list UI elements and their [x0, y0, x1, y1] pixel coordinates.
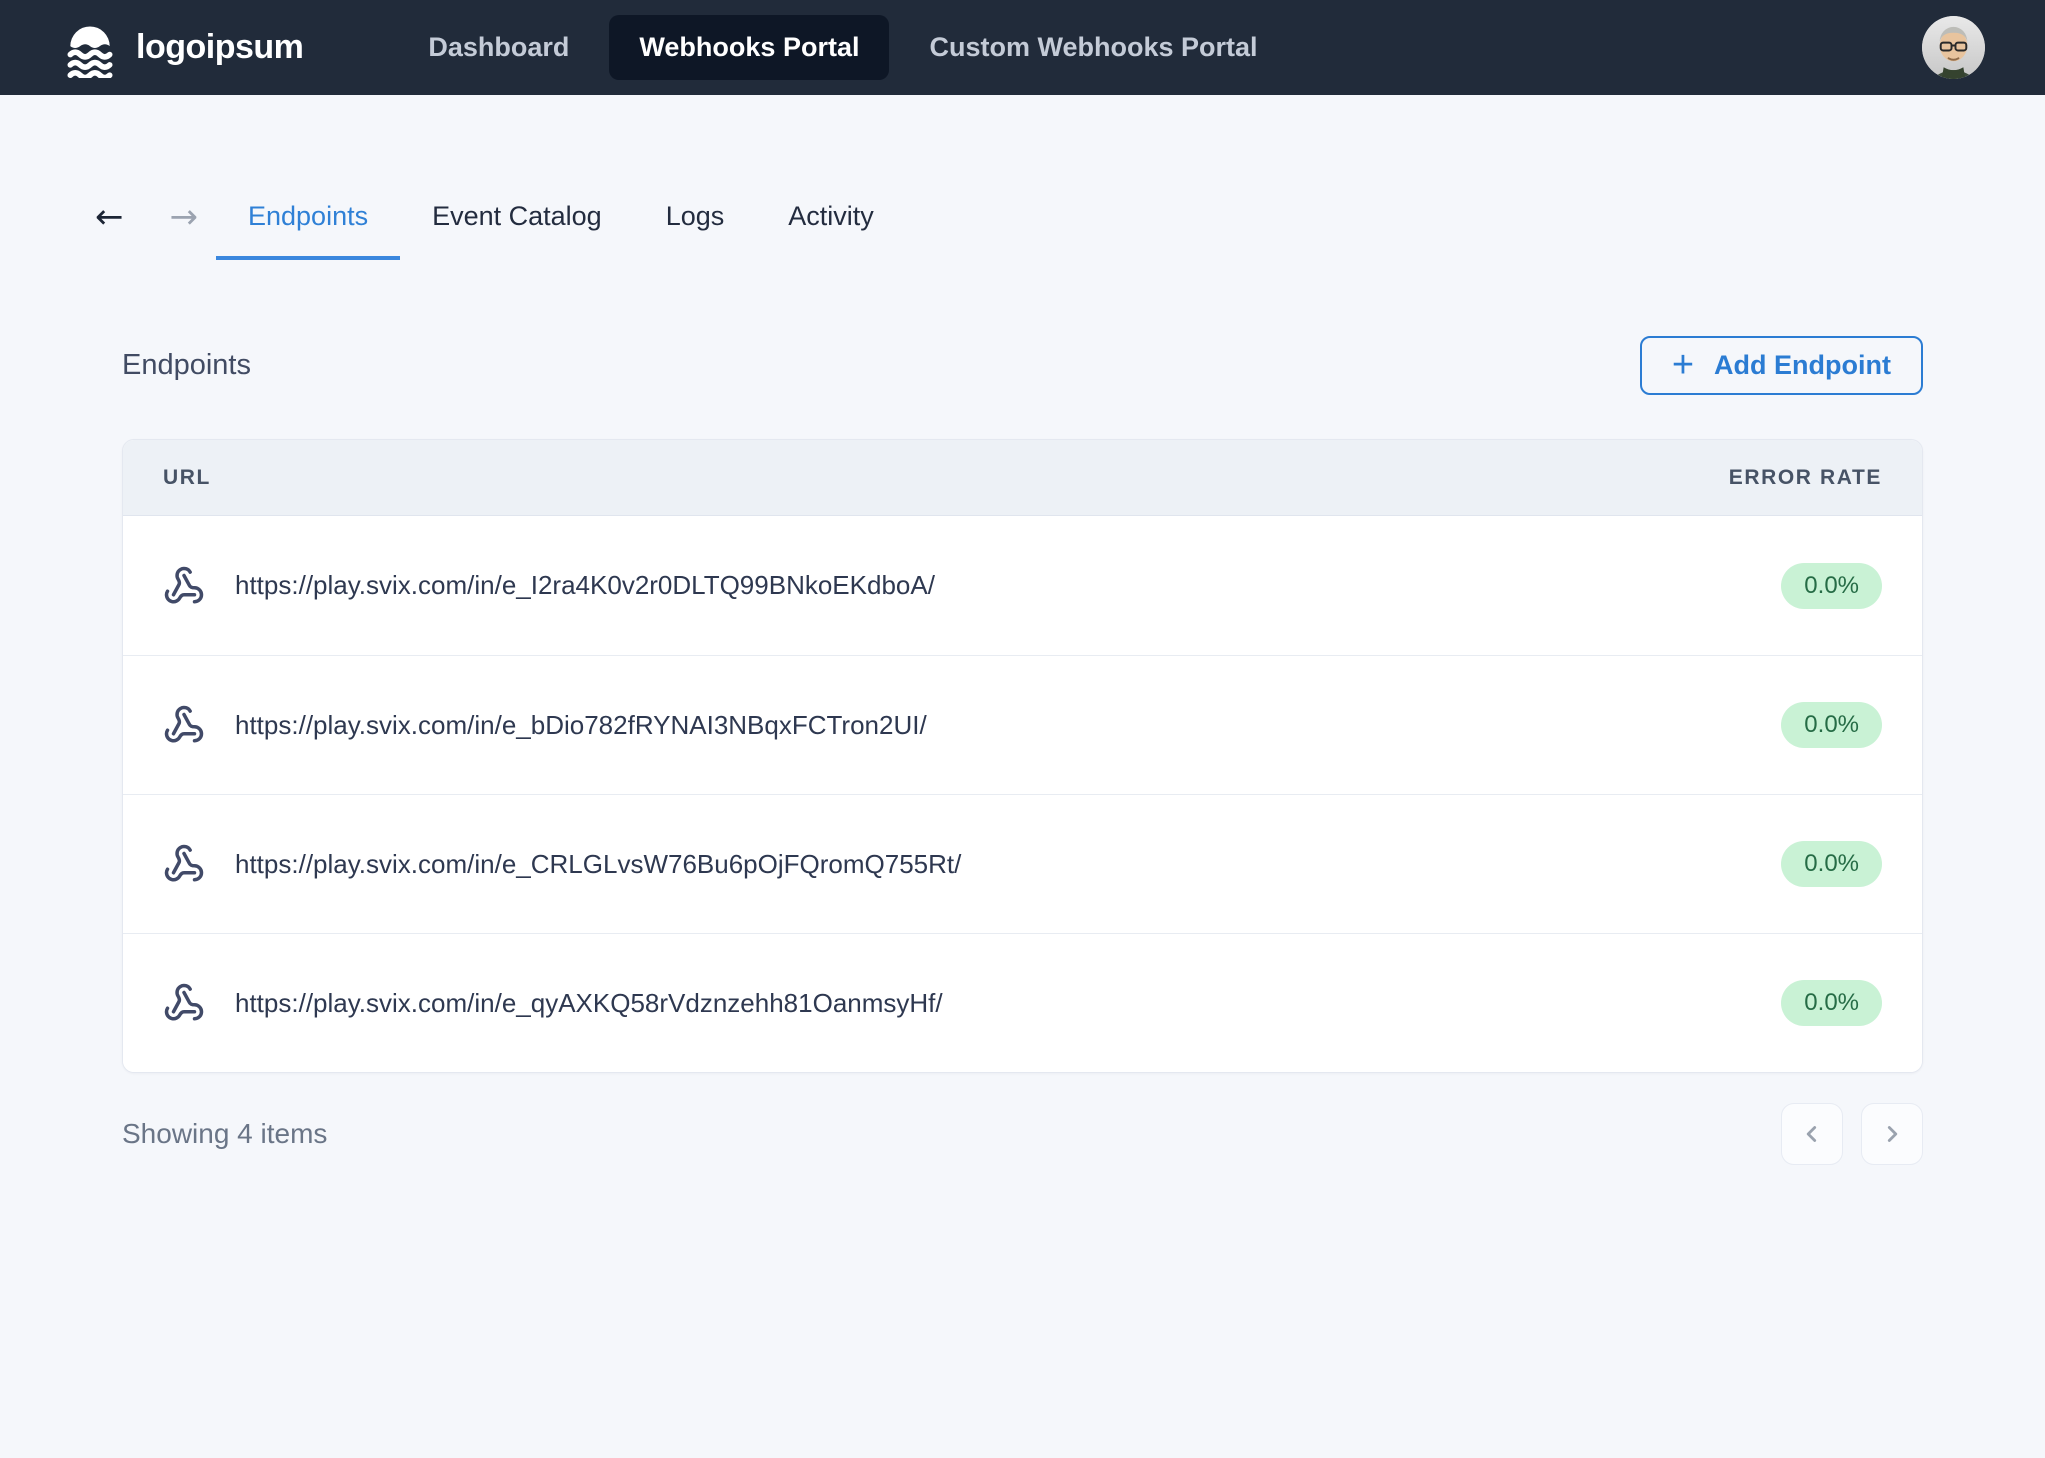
forward-arrow-icon[interactable]: →	[170, 200, 199, 260]
webhook-icon	[163, 704, 205, 746]
add-endpoint-label: Add Endpoint	[1714, 350, 1891, 381]
tab-activity[interactable]: Activity	[756, 201, 906, 260]
column-header-error-rate: Error Rate	[1729, 466, 1882, 490]
page-title: Endpoints	[122, 349, 251, 382]
endpoint-url: https://play.svix.com/in/e_CRLGLvsW76Bu6…	[235, 849, 961, 880]
chevron-left-icon	[1799, 1121, 1825, 1147]
section-header: Endpoints + Add Endpoint	[122, 336, 1923, 395]
back-arrow-icon[interactable]: ←	[95, 200, 124, 260]
brand-name: logoipsum	[136, 28, 303, 67]
main-content: Endpoints + Add Endpoint URL Error Rate …	[0, 336, 2045, 1165]
add-endpoint-button[interactable]: + Add Endpoint	[1640, 336, 1923, 395]
portal-tabbar: ← → Endpoints Event Catalog Logs Activit…	[0, 200, 2045, 260]
column-header-url: URL	[163, 466, 211, 490]
webhook-icon	[163, 982, 205, 1024]
nav-item-dashboard[interactable]: Dashboard	[398, 15, 599, 80]
error-rate-badge: 0.0%	[1781, 702, 1882, 748]
user-avatar[interactable]	[1922, 16, 1985, 79]
error-rate-badge: 0.0%	[1781, 841, 1882, 887]
list-footer: Showing 4 items	[122, 1103, 1923, 1165]
endpoint-url: https://play.svix.com/in/e_I2ra4K0v2r0DL…	[235, 570, 935, 601]
brand-logo[interactable]: logoipsum	[60, 18, 303, 78]
items-summary: Showing 4 items	[122, 1118, 327, 1150]
logo-icon	[60, 18, 120, 78]
endpoint-url: https://play.svix.com/in/e_qyAXKQ58rVdzn…	[235, 988, 943, 1019]
chevron-right-icon	[1879, 1121, 1905, 1147]
nav-item-custom-webhooks-portal[interactable]: Custom Webhooks Portal	[899, 15, 1287, 80]
webhook-icon	[163, 565, 205, 607]
webhook-icon	[163, 843, 205, 885]
prev-page-button[interactable]	[1781, 1103, 1843, 1165]
table-row[interactable]: https://play.svix.com/in/e_qyAXKQ58rVdzn…	[123, 933, 1922, 1072]
error-rate-badge: 0.0%	[1781, 563, 1882, 609]
table-header-row: URL Error Rate	[123, 440, 1922, 516]
endpoints-table: URL Error Rate https://play.svix.com/in/…	[122, 439, 1923, 1073]
avatar-image	[1922, 16, 1985, 79]
tab-logs[interactable]: Logs	[634, 201, 757, 260]
endpoint-url: https://play.svix.com/in/e_bDio782fRYNAI…	[235, 710, 927, 741]
table-row[interactable]: https://play.svix.com/in/e_CRLGLvsW76Bu6…	[123, 794, 1922, 933]
tab-event-catalog[interactable]: Event Catalog	[400, 201, 634, 260]
nav-item-webhooks-portal[interactable]: Webhooks Portal	[609, 15, 889, 80]
tab-endpoints[interactable]: Endpoints	[216, 201, 400, 260]
next-page-button[interactable]	[1861, 1103, 1923, 1165]
table-row[interactable]: https://play.svix.com/in/e_I2ra4K0v2r0DL…	[123, 516, 1922, 655]
error-rate-badge: 0.0%	[1781, 980, 1882, 1026]
main-nav: Dashboard Webhooks Portal Custom Webhook…	[398, 15, 1287, 80]
pagination	[1781, 1103, 1923, 1165]
table-row[interactable]: https://play.svix.com/in/e_bDio782fRYNAI…	[123, 655, 1922, 794]
top-navbar: logoipsum Dashboard Webhooks Portal Cust…	[0, 0, 2045, 95]
